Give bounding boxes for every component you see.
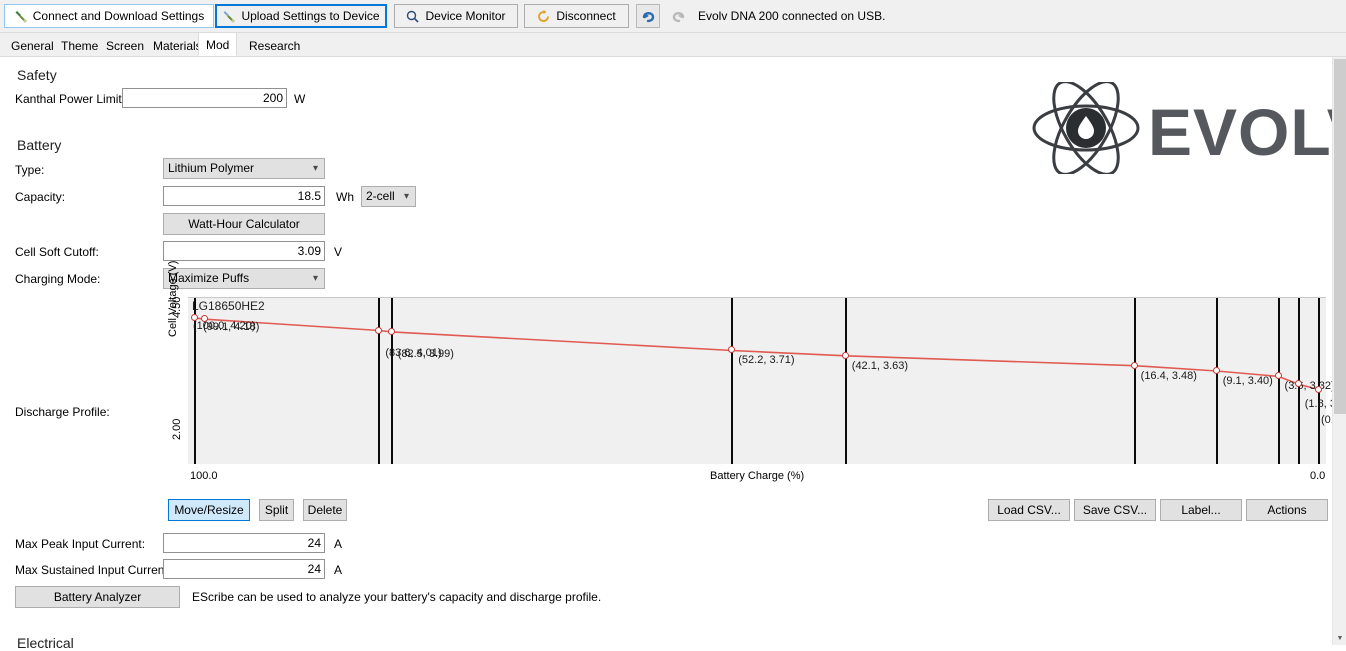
chart-segment-divider[interactable] — [390, 298, 393, 464]
chart-segment-divider[interactable] — [731, 298, 734, 464]
chart-data-point[interactable] — [1274, 372, 1282, 380]
charging-mode-value: Maximize Puffs — [168, 271, 250, 285]
refresh-icon — [537, 9, 550, 23]
tab-research[interactable]: Research — [242, 36, 307, 56]
chart-segment-divider[interactable] — [1277, 298, 1280, 464]
evolv-wordmark: EVOLV — [1148, 95, 1346, 169]
max-peak-input-current-label: Max Peak Input Current: — [15, 537, 146, 551]
chart-point-label: (52.2, 3.71) — [738, 354, 795, 367]
scrollbar-thumb[interactable] — [1334, 59, 1346, 414]
battery-analyzer-note: EScribe can be used to analyze your batt… — [192, 590, 602, 604]
chart-data-point[interactable] — [1212, 367, 1220, 375]
chart-segment-divider[interactable] — [1133, 298, 1136, 464]
safety-section-heading: Safety — [17, 67, 57, 83]
undo-arrow-icon — [642, 11, 654, 22]
chart-data-point[interactable] — [1315, 385, 1322, 393]
disconnect-label: Disconnect — [556, 9, 616, 23]
chart-point-label: (9.1, 3.40) — [1222, 375, 1273, 388]
connect-and-download-settings-button[interactable]: Connect and Download Settings — [4, 4, 214, 28]
kanthal-power-limit-unit: W — [294, 92, 306, 106]
battery-capacity-label: Capacity: — [15, 190, 66, 204]
battery-capacity-unit: Wh — [336, 190, 354, 204]
upload-settings-to-device-button[interactable]: Upload Settings to Device — [215, 4, 387, 28]
tab-strip: General Theme Screen Materials Mod Resea… — [0, 32, 1346, 57]
battery-type-value: Lithium Polymer — [168, 161, 255, 175]
battery-cell-count-value: 2-cell — [366, 189, 395, 203]
chart-x-tick-right: 0.0 — [1310, 470, 1326, 482]
label-button[interactable]: Label... — [1160, 499, 1242, 521]
connect-button-label: Connect and Download Settings — [32, 9, 205, 23]
delete-button[interactable]: Delete — [303, 499, 347, 521]
scroll-down-arrow-icon[interactable]: ▼ — [1333, 631, 1346, 645]
chart-data-point[interactable] — [387, 327, 395, 335]
chart-point-label: (82.5, 3.99) — [397, 347, 454, 360]
electrical-section-heading: Electrical — [17, 635, 74, 651]
chart-series-name: LG18650HE2 — [192, 299, 265, 313]
tab-theme[interactable]: Theme — [54, 36, 105, 56]
magnifier-icon — [406, 10, 420, 23]
charging-mode-select[interactable]: Maximize Puffs ▾ — [163, 268, 325, 289]
toolbar: Connect and Download Settings Upload Set… — [0, 0, 1346, 33]
save-csv-button[interactable]: Save CSV... — [1074, 499, 1156, 521]
vertical-scrollbar[interactable]: ▲ ▼ — [1332, 57, 1346, 645]
max-peak-input-current-unit: A — [334, 537, 343, 551]
cell-soft-cutoff-label: Cell Soft Cutoff: — [15, 245, 99, 259]
undo-button[interactable] — [636, 4, 660, 28]
discharge-profile-label: Discharge Profile: — [15, 405, 110, 419]
tab-mod[interactable]: Mod — [198, 32, 238, 56]
chart-y-tick-max: 4.50 — [171, 296, 183, 318]
max-sustained-input-current-input[interactable]: 24 — [163, 559, 325, 579]
redo-arrow-icon — [672, 11, 684, 22]
upload-icon — [222, 10, 236, 23]
actions-button[interactable]: Actions — [1246, 499, 1328, 521]
max-sustained-input-current-unit: A — [334, 563, 343, 577]
max-sustained-input-current-label: Max Sustained Input Current: — [15, 563, 172, 577]
cell-soft-cutoff-unit: V — [334, 245, 343, 259]
chevron-down-icon: ▾ — [312, 163, 318, 174]
chart-data-point[interactable] — [1130, 361, 1138, 369]
split-button[interactable]: Split — [259, 499, 294, 521]
chart-segment-divider[interactable] — [844, 298, 847, 464]
chart-data-point[interactable] — [375, 326, 383, 334]
chart-segment-divider[interactable] — [1215, 298, 1218, 464]
chevron-down-icon: ▾ — [403, 191, 409, 202]
redo-button[interactable] — [666, 4, 690, 28]
chart-point-label: (16.4, 3.48) — [1140, 369, 1197, 382]
chart-point-label: (42.1, 3.63) — [851, 359, 909, 372]
chevron-down-icon: ▾ — [312, 273, 318, 284]
atom-icon — [1032, 80, 1140, 176]
battery-section-heading: Battery — [17, 137, 62, 153]
chart-x-tick-left: 100.0 — [190, 470, 218, 482]
chart-y-tick-min: 2.00 — [171, 418, 183, 440]
battery-type-label: Type: — [15, 163, 45, 177]
chart-segment-divider[interactable] — [378, 298, 381, 464]
battery-capacity-input[interactable]: 18.5 — [163, 186, 325, 206]
move-resize-button[interactable]: Move/Resize — [168, 499, 250, 521]
load-csv-button[interactable]: Load CSV... — [988, 499, 1070, 521]
chart-point-label: (3.6, 3.32) — [1284, 380, 1335, 393]
tab-general[interactable]: General — [4, 36, 61, 56]
charging-mode-label: Charging Mode: — [15, 272, 101, 286]
battery-type-select[interactable]: Lithium Polymer ▾ — [163, 158, 325, 179]
cell-soft-cutoff-input[interactable]: 3.09 — [163, 241, 325, 261]
connection-status-text: Evolv DNA 200 connected on USB. — [698, 9, 886, 23]
device-monitor-button[interactable]: Device Monitor — [394, 4, 518, 28]
chart-point-label: (99.1, 4.18) — [203, 321, 260, 334]
battery-cell-count-select[interactable]: 2-cell ▾ — [361, 186, 416, 207]
battery-analyzer-button[interactable]: Battery Analyzer — [15, 586, 180, 608]
disconnect-button[interactable]: Disconnect — [524, 4, 629, 28]
discharge-profile-chart[interactable]: (100.0, 4.20) (99.1, 4.18) (83.6, 4.01) (82… — [188, 298, 1346, 464]
kanthal-power-limit-input[interactable]: 200 — [122, 88, 287, 108]
evolv-logo: EVOLV — [1030, 80, 1346, 176]
chart-x-axis-label: Battery Charge (%) — [710, 470, 805, 482]
download-icon — [14, 10, 27, 23]
device-monitor-label: Device Monitor — [425, 9, 506, 23]
kanthal-power-limit-label: Kanthal Power Limit: — [15, 92, 126, 106]
upload-button-label: Upload Settings to Device — [241, 9, 380, 23]
chart-data-point[interactable] — [841, 351, 849, 359]
tab-screen[interactable]: Screen — [99, 36, 151, 56]
max-peak-input-current-input[interactable]: 24 — [163, 533, 325, 553]
watt-hour-calculator-button[interactable]: Watt-Hour Calculator — [163, 213, 325, 235]
